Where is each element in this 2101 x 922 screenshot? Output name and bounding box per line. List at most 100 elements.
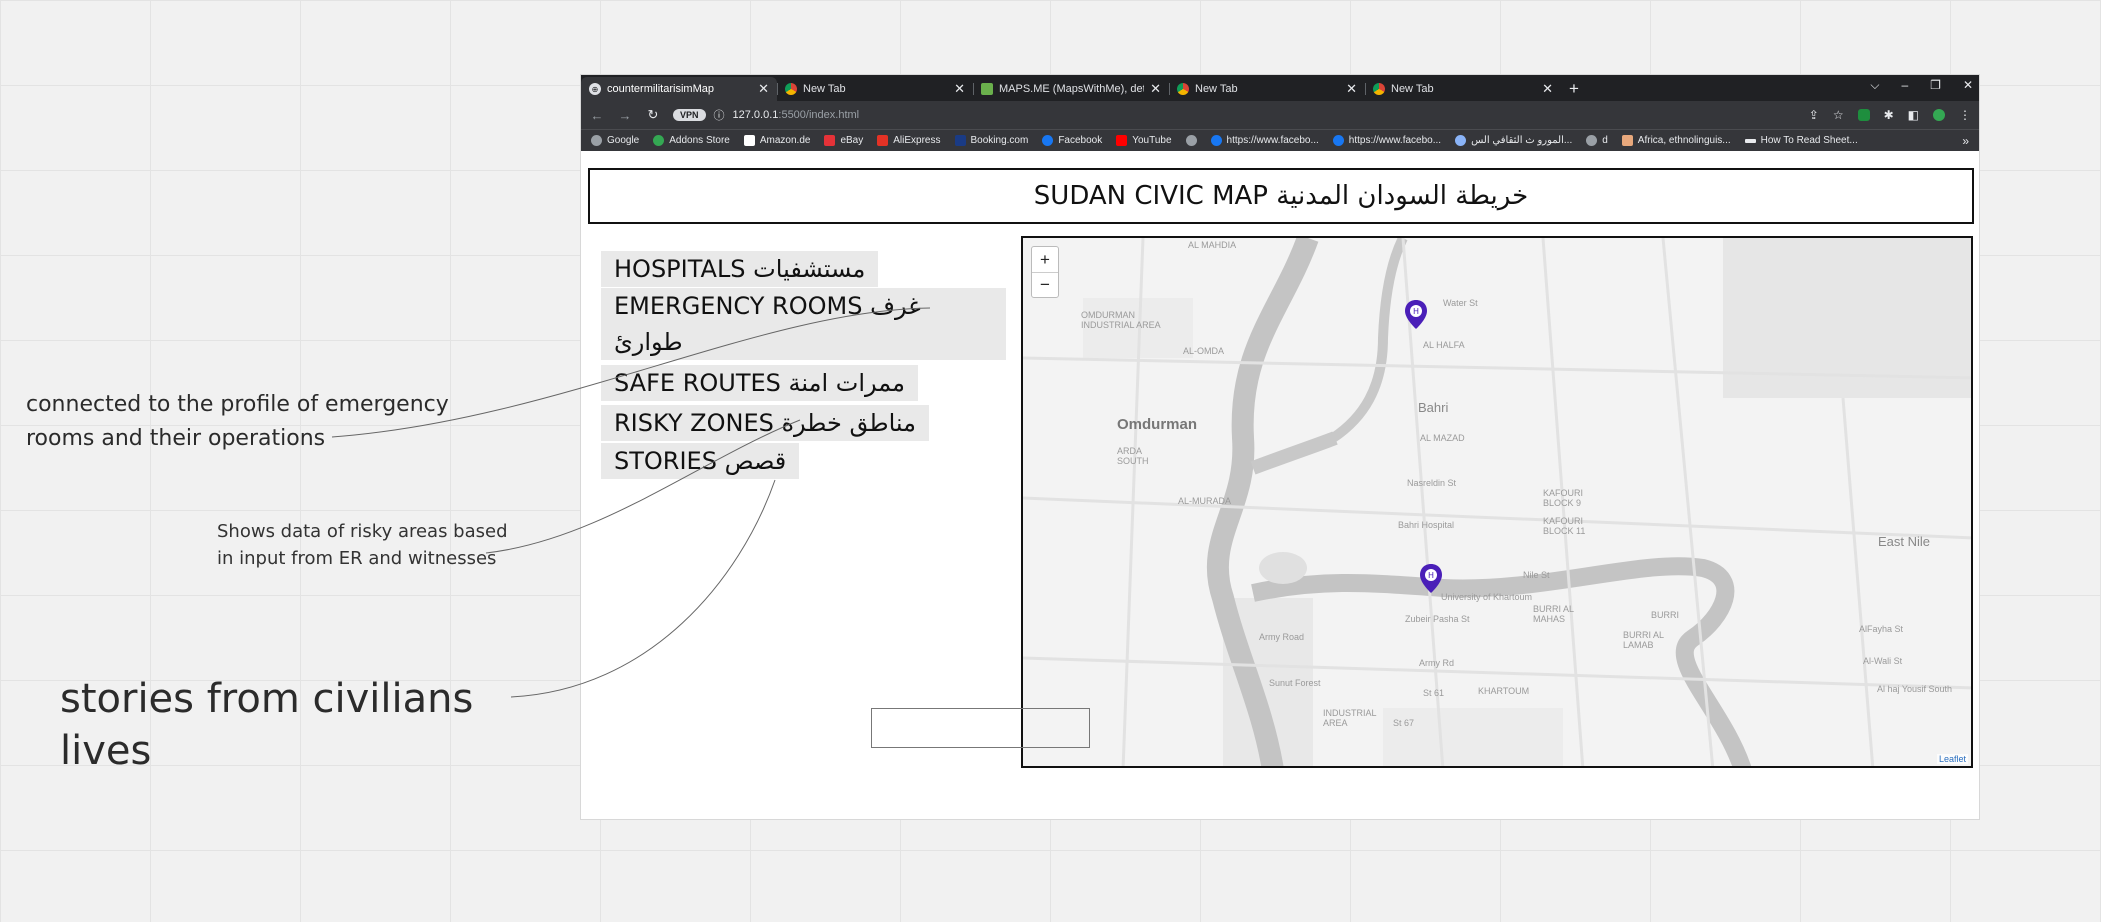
bookmark-addons-store[interactable]: Addons Store — [653, 135, 730, 146]
map-label: OMDURMAN INDUSTRIAL AREA — [1081, 310, 1161, 330]
forward-icon[interactable]: → — [617, 108, 633, 123]
minimize-button[interactable]: – — [1901, 78, 1908, 93]
bookmark-label: المورو ث الثقافي الس... — [1471, 135, 1573, 146]
amazon-icon — [743, 135, 755, 146]
restore-button[interactable]: ❐ — [1930, 78, 1941, 93]
close-icon[interactable]: ✕ — [954, 81, 965, 97]
map-label: BURRI AL MAHAS — [1533, 604, 1574, 624]
bookmark-label: https://www.facebo... — [1348, 135, 1442, 146]
ebay-icon — [824, 135, 836, 146]
url-path: :5500/index.html — [778, 109, 860, 121]
close-icon[interactable]: ✕ — [758, 81, 769, 97]
addons-icon — [653, 135, 665, 146]
vpn-badge[interactable]: VPN — [673, 109, 706, 121]
close-window-button[interactable]: ✕ — [1963, 78, 1973, 93]
wiki-image-icon — [1621, 135, 1633, 146]
bookmark-amazon[interactable]: Amazon.de — [743, 135, 810, 146]
er-annotation-note: connected to the profile of emergency ro… — [26, 392, 449, 451]
tab-new-tab-1[interactable]: New Tab ✕ — [777, 77, 973, 101]
bookmark-star-icon[interactable]: ☆ — [1833, 108, 1844, 122]
bookmark-ebay[interactable]: eBay — [824, 135, 863, 146]
map-label: BURRI — [1651, 610, 1680, 620]
bookmarks-overflow-button[interactable]: » — [1962, 134, 1969, 148]
address-bar[interactable]: VPN ⓘ 127.0.0.1:5500/index.html — [673, 107, 1797, 123]
map-label: St 67 — [1393, 718, 1415, 728]
map-label: KAFOURI BLOCK 9 — [1543, 488, 1584, 508]
map-label: Bahri Hospital — [1398, 520, 1455, 530]
chrome-icon — [785, 83, 797, 95]
bookmark-facebook-link-1[interactable]: https://www.facebo... — [1210, 135, 1319, 146]
bookmark-aliexpress[interactable]: AliExpress — [877, 135, 941, 146]
tab-title: countermilitarisimMap — [607, 83, 714, 95]
bookmark-d[interactable]: d — [1586, 135, 1608, 146]
menu-hospitals[interactable]: HOSPITALS مستشفيات — [601, 251, 879, 287]
map-label: AL MAHDIA — [1188, 240, 1237, 250]
url-host: 127.0.0.1 — [732, 109, 779, 121]
bookmark-label: Booking.com — [970, 135, 1029, 146]
back-icon[interactable]: ← — [589, 108, 605, 123]
tab-new-tab-2[interactable]: New Tab ✕ — [1169, 77, 1365, 101]
google-icon — [1586, 135, 1598, 146]
bookmark-label: d — [1602, 135, 1608, 146]
map-label: ARDA SOUTH — [1117, 446, 1149, 466]
map-view[interactable]: H H + − AL MAHDIA OMDURMAN INDUSTRIAL AR… — [1021, 236, 1973, 768]
tab-search-icon[interactable]: ⌵ — [1870, 78, 1879, 93]
bookmark-heritage[interactable]: المورو ث الثقافي الس... — [1455, 135, 1572, 146]
bookmark-sheet[interactable]: How To Read Sheet... — [1744, 135, 1858, 146]
tab-new-tab-3[interactable]: New Tab ✕ — [1365, 77, 1561, 101]
extension-check-icon[interactable] — [1933, 109, 1945, 121]
google-icon — [591, 135, 602, 146]
share-icon[interactable]: ⇪ — [1809, 108, 1819, 122]
bookmark-google[interactable]: Google — [591, 135, 639, 146]
map-label: KHARTOUM — [1478, 686, 1530, 696]
close-icon[interactable]: ✕ — [1150, 81, 1161, 97]
facebook-icon — [1042, 135, 1054, 146]
svg-text:H: H — [1413, 307, 1419, 316]
zoom-in-button[interactable]: + — [1032, 247, 1058, 272]
bookmark-label: Africa, ethnolinguis... — [1637, 135, 1731, 146]
map-label: Army Road — [1259, 632, 1305, 642]
tab-title: New Tab — [1391, 83, 1434, 95]
tab-strip: ⊕ countermilitarisimMap ✕ New Tab ✕ MAPS… — [581, 75, 1979, 101]
map-label-omdurman: Omdurman — [1117, 416, 1198, 433]
bookmark-africa[interactable]: Africa, ethnolinguis... — [1621, 135, 1731, 146]
close-icon[interactable]: ✕ — [1542, 81, 1553, 97]
menu-emergency-rooms[interactable]: EMERGENCY ROOMS غرف طوارئ — [601, 288, 1006, 360]
side-panel-icon[interactable]: ◧ — [1908, 108, 1919, 122]
map-label-bahri: Bahri — [1418, 400, 1449, 415]
empty-input-box[interactable] — [871, 708, 1090, 748]
bookmark-globe[interactable] — [1185, 135, 1197, 146]
map-label: University of Khartoum — [1441, 592, 1533, 602]
site-icon — [1455, 135, 1467, 146]
map-label-east-nile: East Nile — [1878, 534, 1931, 549]
menu-stories[interactable]: STORIES قصص — [601, 443, 800, 479]
new-tab-button[interactable]: + — [1561, 77, 1587, 101]
facebook-icon — [1210, 135, 1222, 146]
map-label: AL-OMDA — [1183, 346, 1225, 356]
reload-icon[interactable]: ↻ — [645, 107, 661, 123]
chrome-icon — [1177, 83, 1189, 95]
bookmark-youtube[interactable]: YouTube — [1116, 135, 1172, 146]
bookmark-facebook-link-2[interactable]: https://www.facebo... — [1332, 135, 1442, 146]
extensions-puzzle-icon[interactable]: ✱ — [1884, 108, 1894, 122]
tab-maps-me[interactable]: MAPS.ME (MapsWithMe), detaile ✕ — [973, 77, 1169, 101]
zoom-control: + − — [1031, 246, 1059, 298]
tab-countermilitarism-map[interactable]: ⊕ countermilitarisimMap ✕ — [581, 77, 777, 101]
bookmark-facebook[interactable]: Facebook — [1042, 135, 1102, 146]
bookmark-booking[interactable]: Booking.com — [954, 135, 1029, 146]
info-icon[interactable]: ⓘ — [714, 107, 725, 123]
leaflet-attribution-link[interactable]: Leaflet — [1936, 754, 1968, 764]
menu-kebab-icon[interactable]: ⋮ — [1959, 108, 1971, 122]
map-label: Al haj Yousif South — [1877, 684, 1953, 694]
menu-risky-zones[interactable]: RISKY ZONES مناطق خطرة — [601, 405, 929, 441]
map-label: AL HALFA — [1423, 340, 1465, 350]
tab-title: MAPS.ME (MapsWithMe), detaile — [999, 83, 1144, 95]
chrome-icon — [1373, 83, 1385, 95]
globe-icon: ⊕ — [589, 83, 601, 95]
menu-safe-routes[interactable]: SAFE ROUTES ممرات امنة — [601, 365, 919, 401]
extension-shield-icon[interactable] — [1857, 109, 1870, 121]
page-title: SUDAN CIVIC MAP خريطة السودان المدنية — [588, 168, 1974, 224]
tab-title: New Tab — [1195, 83, 1238, 95]
close-icon[interactable]: ✕ — [1346, 81, 1357, 97]
zoom-out-button[interactable]: − — [1032, 272, 1058, 297]
